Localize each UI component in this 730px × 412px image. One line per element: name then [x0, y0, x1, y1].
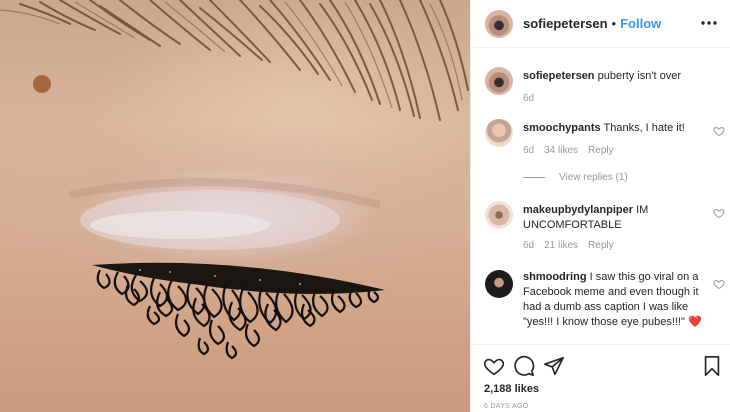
post-photo[interactable] — [0, 0, 470, 412]
comment-like-heart-icon[interactable] — [713, 207, 725, 219]
comment-item: shmoodring I saw this go viral on a Face… — [485, 270, 725, 344]
comment-avatar[interactable] — [485, 119, 513, 147]
comment-avatar[interactable] — [485, 270, 513, 298]
comment-username[interactable]: shmoodring — [523, 271, 587, 283]
separator-dot: • — [611, 16, 617, 31]
post-likes-count[interactable]: 2,188 likes — [484, 383, 539, 395]
reply-button[interactable]: Reply — [588, 145, 614, 156]
comment-item: makeupbydylanpiper IM UNCOMFORTABLE 6d 2… — [485, 201, 725, 261]
comment-time[interactable]: 6d — [523, 240, 534, 251]
comment-likes-count[interactable]: 34 likes — [544, 145, 578, 156]
comment-avatar[interactable] — [485, 201, 513, 229]
comment-likes-count[interactable]: 21 likes — [544, 240, 578, 251]
view-replies-button[interactable]: View replies (1) — [523, 172, 628, 183]
caption-avatar[interactable] — [485, 67, 513, 95]
red-heart-emoji: ❤️ — [687, 316, 702, 328]
comment-body: shmoodring I saw this go viral on a Face… — [523, 270, 703, 330]
comment-username[interactable]: smoochypants — [523, 122, 601, 134]
comments-list[interactable]: sofiepetersen puberty isn't over 6d smoo… — [471, 49, 730, 344]
reply-button[interactable]: Reply — [588, 240, 614, 251]
bookmark-icon[interactable] — [701, 355, 723, 377]
comment-like-heart-icon[interactable] — [713, 125, 725, 137]
post-actions: 2,188 likes 6 DAYS AGO — [471, 344, 730, 412]
comment-like-heart-icon[interactable] — [713, 278, 725, 290]
comment-meta: 6d 34 likes Reply — [523, 145, 614, 156]
comment-meta: 6d 21 likes Reply — [523, 240, 614, 251]
caption: sofiepetersen puberty isn't over 6d — [485, 67, 725, 127]
view-replies-label: View replies (1) — [559, 172, 628, 183]
comment-username[interactable]: makeupbydylanpiper — [523, 204, 633, 216]
author-avatar[interactable] — [485, 9, 513, 38]
post-time-ago[interactable]: 6 DAYS AGO — [484, 403, 529, 410]
post-header: sofiepetersen • Follow — [471, 0, 730, 48]
view-replies-line — [523, 177, 545, 178]
comment-time[interactable]: 6d — [523, 145, 534, 156]
caption-meta: 6d — [523, 93, 534, 104]
share-icon[interactable] — [543, 355, 565, 377]
caption-time[interactable]: 6d — [523, 93, 534, 104]
post-side-panel: sofiepetersen • Follow sofiepetersen pub… — [470, 0, 730, 412]
follow-button[interactable]: Follow — [620, 16, 661, 31]
eye-makeup-photo — [0, 0, 469, 360]
caption-body: sofiepetersen puberty isn't over — [523, 69, 703, 84]
caption-username[interactable]: sofiepetersen — [523, 70, 595, 82]
comment-item: smoochypants Thanks, I hate it! 6d 34 li… — [485, 119, 725, 189]
heart-icon[interactable] — [483, 355, 505, 377]
author-username[interactable]: sofiepetersen — [523, 16, 608, 31]
comment-icon[interactable] — [513, 355, 535, 377]
comment-text: Thanks, I hate it! — [603, 122, 685, 134]
comment-body: makeupbydylanpiper IM UNCOMFORTABLE — [523, 203, 703, 233]
caption-text: puberty isn't over — [597, 70, 682, 82]
comment-body: smoochypants Thanks, I hate it! — [523, 121, 703, 136]
more-horizontal-icon[interactable] — [699, 13, 719, 33]
